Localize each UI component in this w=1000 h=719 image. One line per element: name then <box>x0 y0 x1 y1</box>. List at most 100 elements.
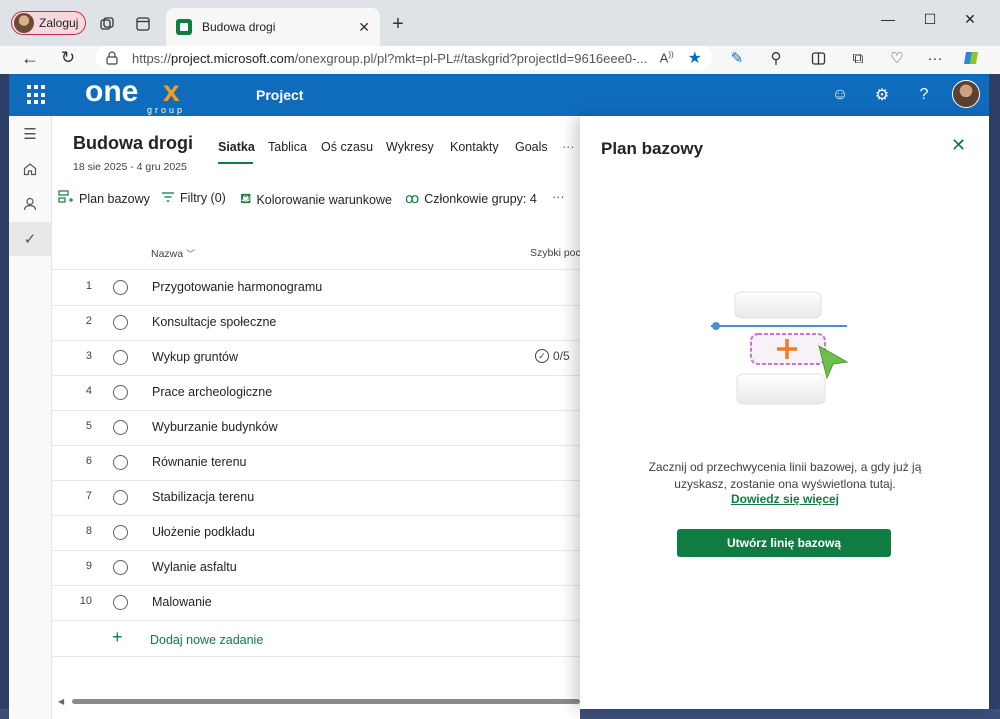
plus-icon: + <box>112 627 123 647</box>
minimize-icon[interactable]: — <box>868 6 908 32</box>
task-name[interactable]: Ułożenie podkładu <box>152 525 255 539</box>
workspaces-icon[interactable] <box>94 11 120 37</box>
task-row[interactable]: 5 Wyburzanie budynków <box>52 410 580 446</box>
address-bar[interactable]: https://project.microsoft.com/onexgroup.… <box>96 46 712 70</box>
tab-charts[interactable]: Wykresy <box>386 140 434 154</box>
conditional-coloring-button[interactable]: ⛾ Kolorowanie warunkowe <box>240 190 392 209</box>
feedback-smiley-icon[interactable]: ☺ <box>828 83 852 107</box>
more-icon[interactable]: ··· <box>922 45 948 71</box>
task-name[interactable]: Prace archeologiczne <box>152 385 272 399</box>
horizontal-scrollbar[interactable]: ◀ <box>58 697 580 706</box>
group-members-label: Członkowie grupy: 4 <box>424 191 537 206</box>
tab-board[interactable]: Tablica <box>268 140 307 154</box>
complete-task-circle-icon[interactable] <box>113 385 128 400</box>
baseline-label: Plan bazowy <box>79 191 150 206</box>
extensions-icon[interactable]: ⚲ <box>763 45 789 71</box>
column-header-name[interactable]: Nazwa ﹀ <box>151 247 195 260</box>
user-avatar[interactable] <box>952 80 980 108</box>
task-row[interactable]: 9 Wylanie asfaltu <box>52 550 580 586</box>
left-rail: ☰ ✓ <box>9 116 52 719</box>
task-name[interactable]: Wykup gruntów <box>152 350 238 364</box>
task-name[interactable]: Wylanie asfaltu <box>152 560 237 574</box>
task-row[interactable]: 1 Przygotowanie harmonogramu <box>52 270 580 306</box>
task-name[interactable]: Konsultacje społeczne <box>152 315 276 329</box>
checklist-progress[interactable]: ✓ 0/5 <box>535 349 570 363</box>
task-name[interactable]: Równanie terenu <box>152 455 247 469</box>
complete-task-circle-icon[interactable] <box>113 560 128 575</box>
column-header-quick-steps[interactable]: Szybki poc <box>530 247 581 259</box>
group-members-button[interactable]: ꝏ Członkowie grupy: 4 <box>405 190 537 207</box>
tabs-more-icon[interactable]: ··· <box>562 140 575 154</box>
task-row[interactable]: 2 Konsultacje społeczne <box>52 305 580 341</box>
hamburger-menu-icon[interactable]: ☰ <box>9 117 51 151</box>
app-launcher-icon[interactable] <box>27 85 47 105</box>
filters-label: Filtry (0) <box>180 191 226 205</box>
task-number: 1 <box>85 280 92 292</box>
task-row[interactable]: 6 Równanie terenu <box>52 445 580 481</box>
close-panel-icon[interactable]: ✕ <box>951 135 966 156</box>
complete-task-circle-icon[interactable] <box>113 280 128 295</box>
complete-task-circle-icon[interactable] <box>113 525 128 540</box>
close-tab-icon[interactable]: ✕ <box>358 19 370 36</box>
close-window-icon[interactable]: ✕ <box>950 6 990 32</box>
split-screen-icon[interactable] <box>805 45 831 71</box>
create-baseline-button[interactable]: Utwórz linię bazową <box>677 529 891 557</box>
profile-button[interactable]: Zaloguj <box>11 11 87 35</box>
task-row[interactable]: 3 Wykup gruntów ✓ 0/5 <box>52 340 580 376</box>
tab-contacts[interactable]: Kontakty <box>450 140 499 154</box>
toolbar-more-icon[interactable]: ··· <box>552 190 565 204</box>
task-name[interactable]: Wyburzanie budynków <box>152 420 278 434</box>
tab-actions-icon[interactable] <box>130 11 156 37</box>
tab-grid[interactable]: Siatka <box>218 140 255 154</box>
back-icon[interactable]: ← <box>17 45 43 71</box>
complete-task-circle-icon[interactable] <box>113 350 128 365</box>
project-title[interactable]: Budowa drogi <box>73 133 193 154</box>
learn-more-link[interactable]: Dowiedz się więcej <box>640 492 930 506</box>
browser-essentials-icon[interactable]: ♡ <box>884 45 910 71</box>
task-name[interactable]: Przygotowanie harmonogramu <box>152 280 322 294</box>
complete-task-circle-icon[interactable] <box>113 455 128 470</box>
read-aloud-icon[interactable]: A)) <box>660 50 674 65</box>
profile-label: Zaloguj <box>39 16 79 30</box>
refresh-icon[interactable]: ↻ <box>55 45 81 71</box>
task-row[interactable]: 8 Ułożenie podkładu <box>52 515 580 551</box>
person-icon[interactable] <box>9 187 51 221</box>
task-row[interactable]: 7 Stabilizacja terenu <box>52 480 580 516</box>
scroll-left-icon[interactable]: ◀ <box>58 697 64 706</box>
task-name[interactable]: Stabilizacja terenu <box>152 490 254 504</box>
add-task-label: Dodaj nowe zadanie <box>150 633 264 647</box>
task-row[interactable]: 4 Prace archeologiczne <box>52 375 580 411</box>
tasks-checkmark-icon[interactable]: ✓ <box>9 222 51 256</box>
collections-icon[interactable]: ⧉ <box>845 45 871 71</box>
svg-text:one: one <box>85 75 138 108</box>
task-number: 3 <box>85 350 92 362</box>
project-favicon-icon <box>176 19 192 35</box>
complete-task-circle-icon[interactable] <box>113 595 128 610</box>
baseline-icon <box>58 190 74 207</box>
column-name-label: Nazwa <box>151 248 184 260</box>
complete-task-circle-icon[interactable] <box>113 315 128 330</box>
home-icon[interactable] <box>9 152 51 186</box>
task-name[interactable]: Malowanie <box>152 595 212 609</box>
favorite-star-icon[interactable]: ★ <box>688 48 702 68</box>
task-row[interactable]: 10 Malowanie <box>52 585 580 621</box>
baseline-button[interactable]: Plan bazowy <box>58 190 150 207</box>
product-name[interactable]: Project <box>256 87 303 103</box>
complete-task-circle-icon[interactable] <box>113 420 128 435</box>
add-task-row[interactable]: + Dodaj nowe zadanie <box>52 622 580 657</box>
settings-gear-icon[interactable]: ⚙ <box>870 83 894 107</box>
pen-icon[interactable]: ✎ <box>724 45 750 71</box>
complete-task-circle-icon[interactable] <box>113 490 128 505</box>
filters-button[interactable]: Filtry (0) <box>161 190 226 206</box>
checklist-count: 0/5 <box>553 349 570 363</box>
chevron-down-icon: ﹀ <box>186 249 196 259</box>
browser-tab[interactable]: Budowa drogi ✕ <box>166 8 380 46</box>
maximize-icon[interactable]: ☐ <box>910 6 950 32</box>
tab-timeline[interactable]: Oś czasu <box>321 140 373 154</box>
lock-icon[interactable] <box>106 51 120 65</box>
copilot-icon[interactable] <box>958 45 984 71</box>
help-icon[interactable]: ? <box>912 83 936 107</box>
new-tab-icon[interactable]: + <box>385 11 411 37</box>
scrollbar-thumb[interactable] <box>72 699 580 704</box>
tab-goals[interactable]: Goals <box>515 140 548 154</box>
